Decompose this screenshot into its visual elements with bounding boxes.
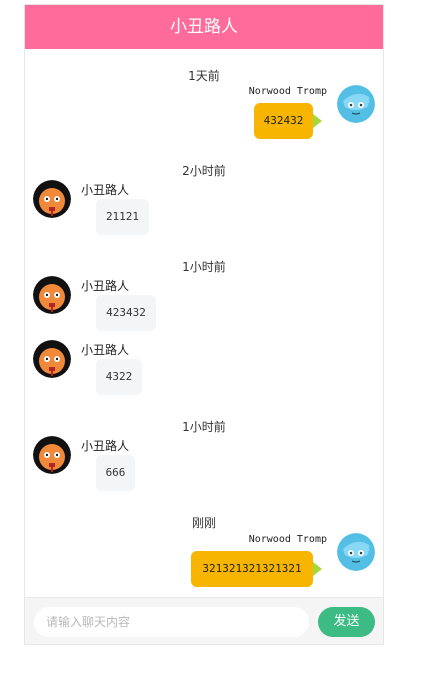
sender-name: Norwood Tromp: [248, 86, 327, 97]
sender-name: 小丑路人: [81, 279, 130, 293]
sender-name: 小丑路人: [81, 183, 130, 197]
sender-name: 小丑路人: [81, 343, 130, 357]
clown-avatar: [33, 276, 71, 314]
clown-avatar: [33, 436, 71, 474]
composer: 发送: [25, 597, 383, 644]
timestamp: 1天前: [188, 69, 220, 83]
chat-input[interactable]: [34, 607, 309, 637]
message-bubble[interactable]: 423432: [96, 295, 156, 331]
user-avatar: [337, 533, 375, 571]
timestamp: 2小时前: [182, 164, 226, 178]
clown-avatar: [33, 340, 71, 378]
sender-name: 小丑路人: [81, 439, 130, 453]
sender-name: Norwood Tromp: [248, 534, 327, 545]
clown-avatar: [33, 180, 71, 218]
bubble-tail: [313, 114, 322, 128]
message-bubble[interactable]: 666: [96, 455, 135, 491]
chat-title: 小丑路人: [170, 17, 238, 37]
chat-header: 小丑路人: [25, 5, 383, 49]
message-bubble[interactable]: 21121: [96, 199, 149, 235]
timestamp: 1小时前: [182, 260, 226, 274]
message-bubble[interactable]: 4322: [96, 359, 142, 395]
user-avatar: [337, 85, 375, 123]
send-button[interactable]: 发送: [318, 607, 375, 637]
timestamp: 刚刚: [191, 516, 216, 530]
message-bubble[interactable]: 321321321321321: [191, 551, 313, 587]
timestamp: 1小时前: [182, 420, 226, 434]
message-bubble[interactable]: 432432: [254, 103, 313, 139]
chat-window: 小丑路人 1天前 Norwood Tromp 432432 2小时前 小丑路人 …: [24, 4, 384, 645]
message-list[interactable]: 1天前 Norwood Tromp 432432 2小时前 小丑路人 21121…: [25, 49, 383, 597]
bubble-tail: [313, 562, 322, 576]
